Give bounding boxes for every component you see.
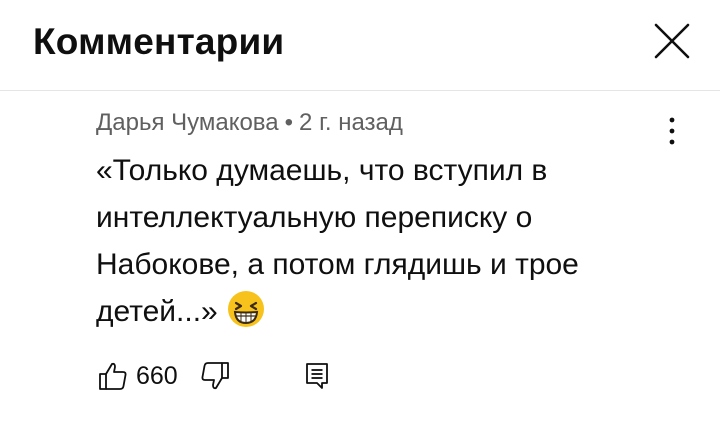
close-button[interactable]: [650, 19, 694, 63]
comment-actions: 660: [96, 356, 334, 396]
comment-author[interactable]: Дарья Чумакова: [96, 109, 279, 136]
close-icon: [654, 23, 690, 59]
comment-text: «Только думаешь, что вступил в интеллект…: [96, 154, 579, 328]
comment-item: Дарья Чумакова • 2 г. назад «Только думаеш…: [96, 106, 656, 335]
comments-header: Комментарии: [0, 0, 720, 91]
reply-icon: [305, 363, 328, 389]
comment-more-button[interactable]: [660, 112, 684, 152]
more-vertical-icon: [669, 117, 675, 145]
comment-meta: Дарья Чумакова • 2 г. назад: [96, 106, 656, 140]
thumb-up-icon: [99, 362, 127, 390]
meta-separator: •: [284, 109, 294, 136]
panel-title: Комментарии: [33, 21, 285, 62]
reply-button[interactable]: [300, 359, 334, 393]
like-button[interactable]: [96, 359, 130, 393]
like-count: 660: [136, 362, 178, 390]
thumb-down-icon: [201, 362, 229, 390]
dislike-button[interactable]: [198, 359, 232, 393]
grinning-squinting-face-emoji-icon: [226, 289, 266, 329]
comments-panel: Комментарии Дарья Чумакова • 2 г. назад «Т…: [0, 0, 720, 425]
comment-time[interactable]: 2 г. назад: [299, 109, 403, 136]
comment-text-block: «Только думаешь, что вступил в интеллект…: [96, 147, 656, 335]
